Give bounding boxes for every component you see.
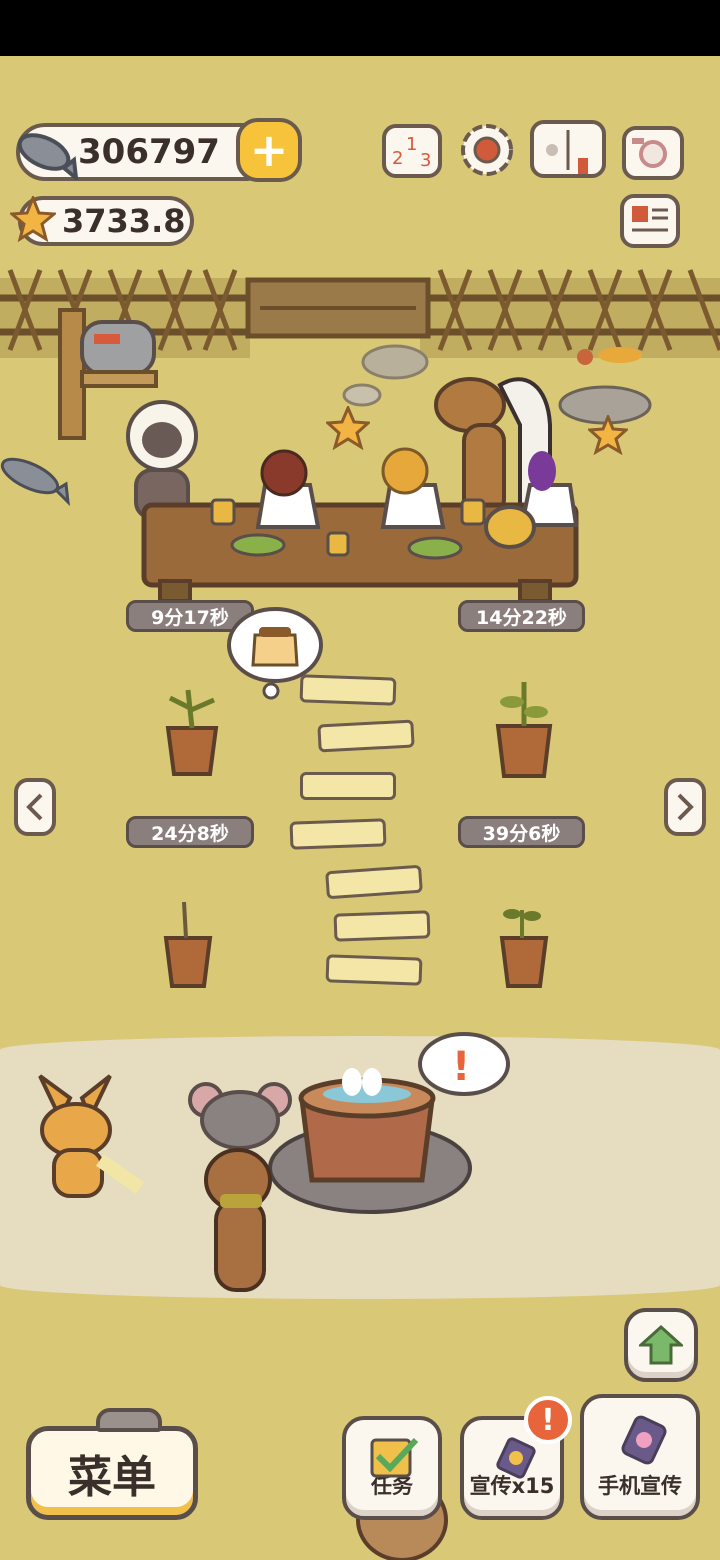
plant-pot-top-right[interactable] bbox=[490, 676, 560, 780]
wooden-plank bbox=[299, 674, 397, 706]
wooden-plank bbox=[317, 719, 415, 753]
table-items bbox=[210, 447, 579, 560]
collection-book-button[interactable] bbox=[530, 120, 606, 178]
fish-collectible-icon[interactable] bbox=[0, 450, 70, 510]
wooden-plank bbox=[289, 818, 387, 850]
previous-area-button[interactable] bbox=[14, 778, 56, 836]
menu-label: 菜单 bbox=[68, 1452, 156, 1503]
clipboard-clip-icon bbox=[96, 1408, 162, 1432]
next-area-button[interactable] bbox=[664, 778, 706, 836]
camera-button[interactable] bbox=[622, 126, 684, 180]
phone-promote-label: 手机宣传 bbox=[598, 1474, 682, 1498]
star-count: 3733.8 bbox=[62, 202, 186, 240]
flyer-icon bbox=[496, 1437, 536, 1479]
svg-text:2: 2 bbox=[392, 148, 403, 169]
promote-alert-badge: ! bbox=[524, 1396, 572, 1444]
menu-button[interactable]: 菜单 bbox=[26, 1426, 198, 1520]
tasks-button[interactable]: 任务 bbox=[342, 1416, 442, 1520]
mouse-and-dog-customers[interactable] bbox=[186, 1080, 296, 1305]
svg-text:3: 3 bbox=[420, 150, 431, 171]
wooden-plank bbox=[325, 954, 423, 986]
exclamation-icon: ! bbox=[452, 1044, 470, 1090]
ranking-button[interactable]: 2 1 3 bbox=[382, 124, 442, 178]
ranking-icon: 2 1 3 bbox=[392, 134, 431, 171]
fish-currency-icon bbox=[17, 133, 79, 180]
plant-pot-middle-right[interactable] bbox=[494, 898, 554, 990]
wooden-plank bbox=[300, 772, 396, 800]
fish-count: 306797 bbox=[78, 132, 220, 172]
newspaper-icon bbox=[632, 206, 668, 232]
pudding-icon bbox=[251, 633, 299, 667]
camera-icon bbox=[632, 138, 667, 168]
plant-timer-middle-left: 24分8秒 bbox=[126, 816, 254, 848]
plant-timer-middle-right: 39分6秒 bbox=[458, 816, 585, 848]
alert-bubble[interactable]: ! bbox=[412, 1030, 510, 1104]
paw-book-icon bbox=[546, 130, 588, 174]
svg-text:1: 1 bbox=[406, 134, 417, 155]
status-bar bbox=[0, 0, 720, 56]
plus-icon: + bbox=[249, 123, 289, 177]
phone-promote-button[interactable]: 手机宣传 bbox=[580, 1394, 700, 1520]
plant-pot-top-left[interactable] bbox=[158, 680, 228, 780]
star-collectible-icon[interactable] bbox=[326, 406, 370, 450]
add-fish-button[interactable]: + bbox=[236, 118, 302, 182]
scroll-up-button[interactable] bbox=[624, 1308, 698, 1382]
phone-flyer-icon bbox=[621, 1415, 667, 1465]
news-button[interactable] bbox=[620, 194, 680, 248]
serval-customer[interactable] bbox=[30, 1068, 150, 1198]
plant-timer-top-right: 14分22秒 bbox=[458, 600, 585, 632]
star-collectible-icon[interactable] bbox=[588, 415, 628, 455]
chevron-left-icon bbox=[26, 793, 43, 821]
up-arrow-icon bbox=[639, 1324, 683, 1365]
stone-pile bbox=[558, 347, 652, 425]
settings-button[interactable] bbox=[457, 120, 517, 180]
chevron-right-icon bbox=[677, 793, 694, 821]
wooden-plank bbox=[333, 910, 431, 942]
star-currency-icon bbox=[10, 196, 56, 242]
settings-gear-icon bbox=[461, 124, 513, 176]
plant-pot-middle-left[interactable] bbox=[158, 898, 218, 990]
checklist-icon bbox=[370, 1437, 419, 1478]
